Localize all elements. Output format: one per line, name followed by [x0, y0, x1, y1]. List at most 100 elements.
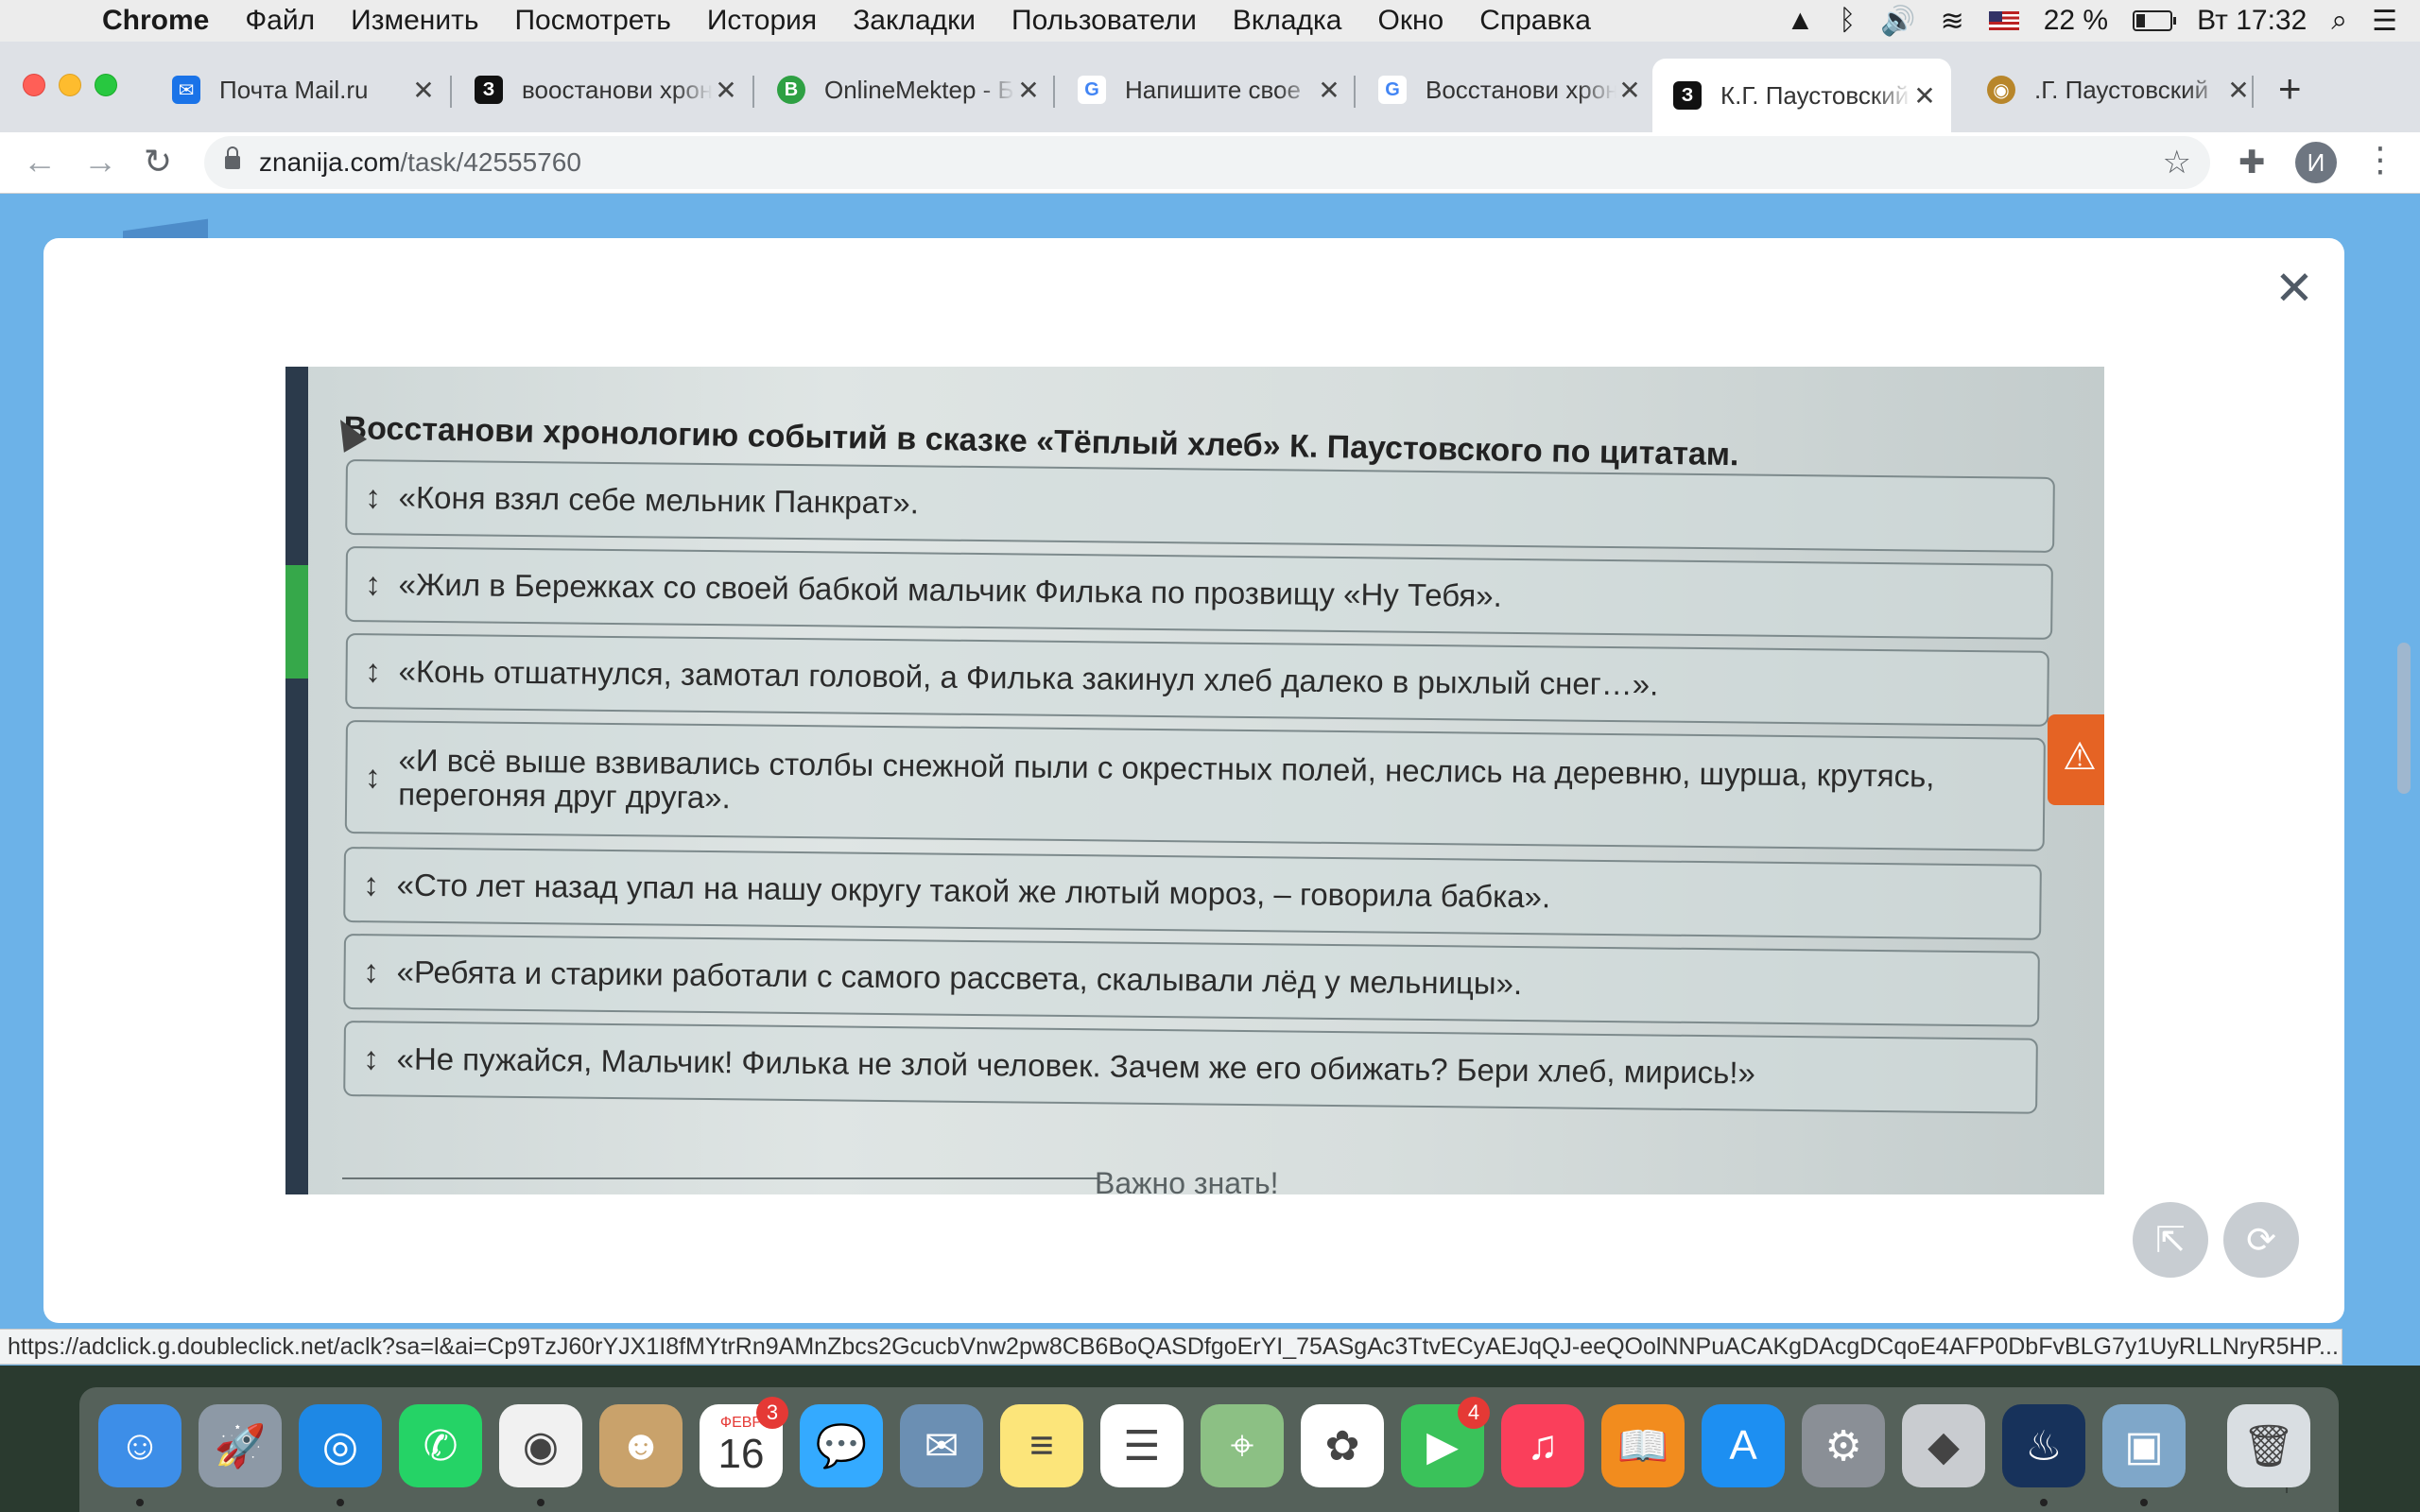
tab-title: Восстанови хрон [1426, 75, 1616, 104]
battery-icon[interactable] [2133, 10, 2177, 31]
tab-google-1[interactable]: G Напишите свое ✕ [1057, 59, 1356, 121]
safari-icon[interactable]: ◎ [299, 1404, 382, 1487]
close-icon[interactable]: ✕ [1911, 80, 1938, 112]
tab-podcast[interactable]: ◉ .Г. Паустовский ✕ [1966, 59, 2265, 121]
url-text[interactable]: znanija.com/task/42555760 [259, 147, 581, 178]
volume-icon[interactable]: 🔊 [1880, 5, 1915, 38]
calendar-icon[interactable]: ФЕВР 16 3 [700, 1397, 788, 1487]
google-icon: G [1078, 76, 1106, 104]
new-tab-plus-icon[interactable]: + [2278, 66, 2302, 112]
maps-icon[interactable]: ⌖ [1201, 1404, 1284, 1487]
tab-title: Почта Mail.ru [219, 75, 369, 104]
menu-help[interactable]: Справка [1479, 5, 1591, 37]
close-icon[interactable]: ✕ [410, 75, 437, 106]
menu-app-name[interactable]: Chrome [102, 5, 209, 37]
open-external-button[interactable]: ⇱ [2133, 1202, 2208, 1278]
menu-file[interactable]: Файл [245, 5, 315, 37]
lock-icon[interactable] [225, 146, 240, 169]
list-item: ↕ «Сто лет назад упал на нашу округу так… [343, 847, 2042, 940]
books-icon[interactable]: 📖 [1601, 1404, 1685, 1487]
menu-edit[interactable]: Изменить [351, 5, 478, 37]
chrome-icon[interactable]: ◉ [499, 1404, 582, 1487]
menu-view[interactable]: Посмотреть [514, 5, 670, 37]
finder-icon[interactable]: ☺ [98, 1404, 182, 1487]
close-icon[interactable]: ✕ [2274, 261, 2314, 316]
window-minimize-button[interactable] [59, 74, 81, 96]
forward-arrow-icon[interactable]: → [83, 142, 117, 181]
menu-bar: Chrome Файл Изменить Посмотреть История … [0, 0, 2420, 42]
clock[interactable]: Вт 17:32 [2197, 5, 2307, 37]
attachment-photo: ⚠ Восстанови хронологию событий в сказке… [285, 367, 2104, 1194]
close-icon[interactable]: ✕ [1015, 75, 1042, 106]
link-status-bubble: https://adclick.g.doubleclick.net/aclk?s… [0, 1329, 2342, 1365]
bookmark-star-icon[interactable]: ☆ [2163, 144, 2191, 181]
steam-icon[interactable]: ♨ [2002, 1404, 2085, 1487]
menu-people[interactable]: Пользователи [1011, 5, 1197, 37]
drag-handle-icon: ↕ [362, 1040, 380, 1076]
drag-handle-icon: ↕ [362, 866, 380, 902]
close-icon[interactable]: ✕ [713, 75, 739, 106]
notification-badge: 4 [1458, 1397, 1490, 1429]
reload-icon[interactable]: ↻ [144, 142, 172, 181]
window-zoom-button[interactable] [95, 74, 117, 96]
menu-window[interactable]: Окно [1377, 5, 1443, 37]
warning-icon: ⚠ [2048, 714, 2104, 805]
preview-icon[interactable]: ▣ [2102, 1404, 2186, 1487]
window-close-button[interactable] [23, 74, 45, 96]
battery-percent[interactable]: 22 % [2044, 5, 2108, 37]
menu-tab[interactable]: Вкладка [1233, 5, 1342, 37]
chrome-menu-icon[interactable]: ⋮ [2363, 140, 2397, 180]
back-arrow-icon[interactable]: ← [23, 142, 57, 181]
input-source-flag-icon[interactable] [1988, 11, 2019, 30]
extensions-puzzle-icon[interactable]: ✚ [2238, 144, 2266, 181]
drive-icon[interactable]: ▲ [1787, 5, 1815, 37]
system-preferences-icon[interactable]: ⚙ [1802, 1404, 1885, 1487]
launchpad-icon[interactable]: 🚀 [199, 1404, 282, 1487]
menu-bookmarks[interactable]: Закладки [853, 5, 976, 37]
profile-avatar[interactable]: И [2295, 142, 2337, 183]
notification-center-icon[interactable]: ☰ [2372, 5, 2397, 38]
list-item: ↕ «Конь отшатнулся, замотал головой, а Ф… [345, 633, 2049, 727]
page-scrollbar[interactable] [2397, 643, 2411, 794]
dock: ☺ 🚀 ◎ ✆ ◉ ☻ ФЕВР 16 3 💬 ✉ ≡ ☰ ⌖ ✿ ▶ 4 ♫ 📖 A ⚙ ◆ ♨ ▣ 🗑 [79, 1387, 2339, 1512]
menu-history[interactable]: История [707, 5, 817, 37]
contacts-icon[interactable]: ☻ [599, 1404, 683, 1487]
spotlight-search-icon[interactable]: ⌕ [2331, 5, 2347, 37]
address-bar[interactable]: znanija.com/task/42555760 ☆ [204, 136, 2210, 189]
appstore-icon[interactable]: A [1702, 1404, 1785, 1487]
roblox-icon[interactable]: ◆ [1902, 1404, 1985, 1487]
znanija-icon: З [1673, 81, 1702, 110]
mail-stamp-icon[interactable]: ✉ [900, 1404, 983, 1487]
rotate-image-button[interactable]: ⟳ [2223, 1202, 2299, 1278]
facetime-icon[interactable]: ▶ 4 [1401, 1397, 1490, 1487]
tab-google-2[interactable]: G Восстанови хрон ✕ [1357, 59, 1656, 121]
tab-mail[interactable]: ✉ Почта Mail.ru ✕ [151, 59, 450, 121]
trash-icon[interactable]: 🗑 [2227, 1404, 2310, 1487]
tab-znanija-1[interactable]: З воостанови хрон ✕ [454, 59, 752, 121]
tab-onlinemektep[interactable]: B OnlineMektep - Б ✕ [756, 59, 1055, 121]
music-icon[interactable]: ♫ [1501, 1404, 1584, 1487]
running-indicator [337, 1499, 344, 1506]
image-viewer-modal: ✕ ⚠ Восстанови хронологию событий в сказ… [43, 238, 2344, 1323]
tab-title: воостанови хрон [522, 75, 713, 104]
close-icon[interactable]: ✕ [2225, 75, 2252, 106]
reminders-icon[interactable]: ☰ [1100, 1404, 1184, 1487]
mail-icon: ✉ [172, 76, 200, 104]
list-item: ↕ «Жил в Бережках со своей бабкой мальчи… [345, 546, 2053, 640]
notes-icon[interactable]: ≡ [1000, 1404, 1083, 1487]
drag-handle-icon: ↕ [364, 565, 382, 602]
whatsapp-icon[interactable]: ✆ [399, 1404, 482, 1487]
photos-icon[interactable]: ✿ [1301, 1404, 1384, 1487]
wifi-icon[interactable]: ≋ [1941, 5, 1964, 38]
close-icon[interactable]: ✕ [1616, 75, 1643, 106]
list-item: ↕ «И всё выше взвивались столбы снежной … [344, 720, 2046, 851]
list-item: ↕ «Коня взял себе мельник Панкрат». [345, 459, 2055, 553]
browser-toolbar: ← → ↻ znanija.com/task/42555760 ☆ ✚ И ⋮ [0, 132, 2420, 194]
onlinemektep-icon: B [777, 76, 805, 104]
important-label: Важно знать! [1095, 1166, 1279, 1194]
bluetooth-icon[interactable]: ᛒ [1839, 5, 1856, 37]
messages-icon[interactable]: 💬 [800, 1404, 883, 1487]
tab-znanija-active[interactable]: З К.Г. Паустовский ✕ [1652, 59, 1951, 132]
list-item: ↕ «Ребята и старики работали с самого ра… [343, 934, 2040, 1027]
close-icon[interactable]: ✕ [1316, 75, 1342, 106]
